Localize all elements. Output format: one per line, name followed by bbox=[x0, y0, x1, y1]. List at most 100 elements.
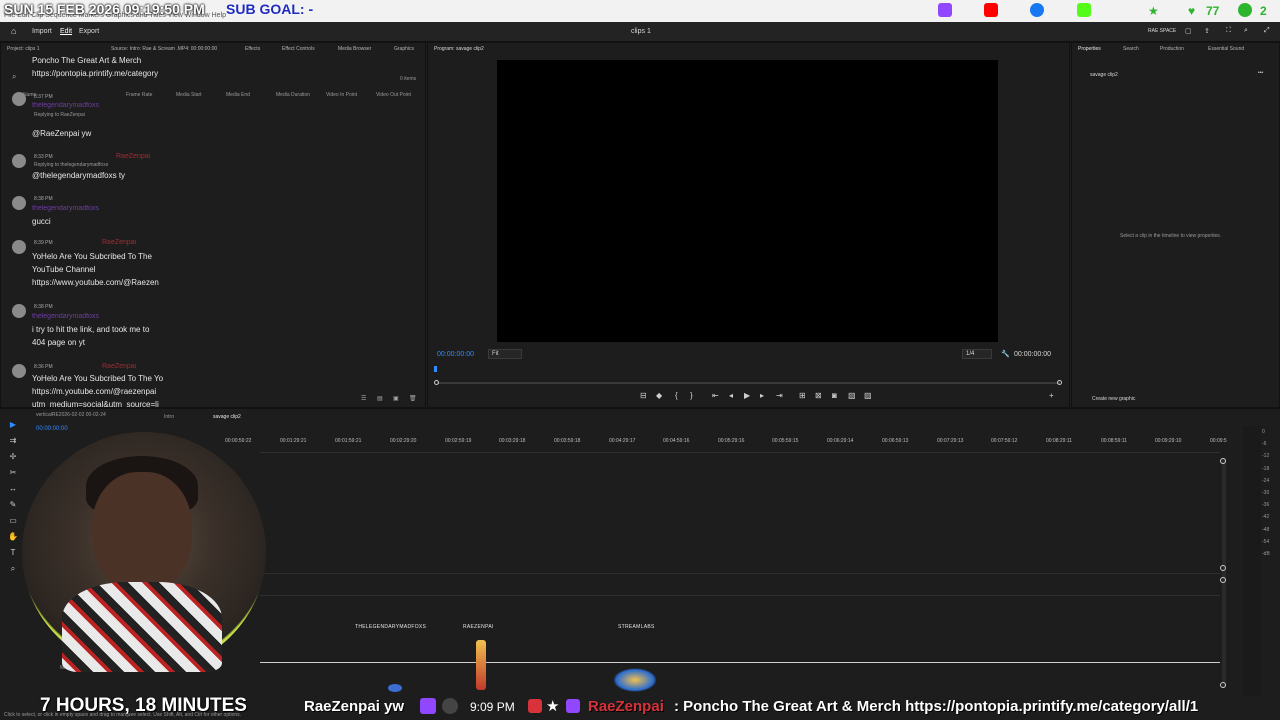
date-time-overlay: SUN 15 FEB 2026 09:19:50 PM bbox=[4, 1, 205, 17]
search-icon[interactable]: ⌕ bbox=[1244, 27, 1248, 35]
share-icon[interactable]: ⇪ bbox=[1204, 27, 1210, 35]
camera-icon[interactable]: ◙ bbox=[832, 391, 837, 400]
trash-icon[interactable]: 🗑 bbox=[409, 395, 417, 402]
play-icon[interactable]: ▶ bbox=[744, 391, 750, 400]
tab-essential-sound[interactable]: Essential Sound bbox=[1208, 46, 1244, 52]
workspace-label[interactable]: RAE SPACE bbox=[1148, 28, 1176, 34]
step-back-icon[interactable]: ◂ bbox=[729, 391, 733, 400]
overwrite-icon[interactable]: ⊠ bbox=[815, 391, 822, 400]
program-scrub-bar[interactable] bbox=[437, 382, 1060, 384]
program-video-frame[interactable] bbox=[497, 60, 998, 342]
user-count: 2 bbox=[1260, 4, 1267, 18]
col-video-in[interactable]: Video In Point bbox=[326, 92, 357, 98]
mark-in-icon[interactable]: { bbox=[675, 391, 678, 400]
avatar bbox=[442, 698, 458, 714]
slip-tool-icon[interactable]: ↔ bbox=[8, 484, 18, 494]
chat-username: RaeZenpai bbox=[102, 363, 137, 370]
chat-time: 8:36 PM bbox=[34, 364, 53, 370]
new-item-icon[interactable]: ▣ bbox=[393, 395, 399, 402]
twitch-icon bbox=[420, 698, 436, 714]
home-icon[interactable]: ⌂ bbox=[11, 26, 16, 36]
col-video-out[interactable]: Video Out Point bbox=[376, 92, 411, 98]
tab-media-browser[interactable]: Media Browser bbox=[338, 46, 371, 52]
zoom-handle[interactable] bbox=[1220, 458, 1226, 464]
folder-icon[interactable]: ▤ bbox=[377, 395, 383, 402]
tab-graphics[interactable]: Graphics bbox=[394, 46, 414, 52]
scrub-end-handle[interactable] bbox=[1057, 380, 1062, 385]
create-graphic-button[interactable]: Create new graphic bbox=[1092, 396, 1135, 402]
razor-tool-icon[interactable]: ✂ bbox=[8, 468, 18, 478]
wrench-icon[interactable]: 🔧 bbox=[1001, 350, 1010, 358]
insert-icon[interactable]: ⊞ bbox=[799, 391, 806, 400]
zoom-select[interactable]: Fit bbox=[488, 349, 522, 359]
program-title[interactable]: Program: savage clip2 bbox=[434, 46, 484, 52]
go-to-in-icon[interactable]: ⇤ bbox=[712, 391, 719, 400]
col-media-start[interactable]: Media Start bbox=[176, 92, 202, 98]
program-timecode[interactable]: 00:00:00:00 bbox=[437, 351, 474, 358]
edit-tab[interactable]: Edit bbox=[60, 28, 72, 35]
db-tick: -48 bbox=[1262, 526, 1270, 533]
youtube-icon bbox=[984, 3, 998, 17]
rectangle-tool-icon[interactable]: ▭ bbox=[8, 516, 18, 526]
tab-production[interactable]: Production bbox=[1160, 46, 1184, 52]
col-media-end[interactable]: Media End bbox=[226, 92, 250, 98]
ruler-tick: 00:06:59:13 bbox=[882, 438, 909, 444]
fullscreen-icon[interactable]: ⛶ bbox=[1226, 27, 1231, 35]
zoom-handle[interactable] bbox=[1220, 565, 1226, 571]
tab-properties[interactable]: Properties bbox=[1078, 46, 1101, 52]
lift-icon[interactable]: ⊟ bbox=[640, 391, 647, 400]
tab-search[interactable]: Search bbox=[1123, 46, 1139, 52]
db-tick: -30 bbox=[1262, 490, 1270, 497]
ruler-tick: 00:08:29:11 bbox=[1046, 438, 1073, 444]
go-to-out-icon[interactable]: ⇥ bbox=[776, 391, 783, 400]
mark-out-icon[interactable]: } bbox=[690, 391, 693, 400]
type-tool-icon[interactable]: T bbox=[8, 548, 18, 558]
safe-margins-icon[interactable]: ▨ bbox=[864, 391, 872, 400]
list-view-icon[interactable]: ☰ bbox=[361, 395, 366, 402]
track-select-icon[interactable]: ⇉ bbox=[8, 436, 18, 446]
audio-level-line[interactable] bbox=[260, 662, 1220, 663]
chat-reply-label: Replying to RaeZenpai bbox=[34, 112, 85, 118]
pen-tool-icon[interactable]: ✎ bbox=[8, 500, 18, 510]
chat-time: 8:38 PM bbox=[34, 304, 53, 310]
step-forward-icon[interactable]: ▸ bbox=[760, 391, 764, 400]
col-media-duration[interactable]: Media Duration bbox=[276, 92, 310, 98]
chat-time: 8:38 PM bbox=[34, 196, 53, 202]
compare-icon[interactable]: ▧ bbox=[848, 391, 856, 400]
scrub-start-handle[interactable] bbox=[434, 380, 439, 385]
chat-username: RaeZenpai bbox=[116, 153, 151, 160]
add-button-icon[interactable]: + bbox=[1049, 391, 1054, 400]
selection-tool-icon[interactable]: ▶ bbox=[8, 420, 18, 430]
pinned-link[interactable]: https://pontopia.printify.me/category bbox=[32, 69, 164, 78]
export-tab[interactable]: Export bbox=[79, 28, 99, 35]
chat-username: thelegendarymadfoxs bbox=[32, 102, 99, 109]
timeline-scrollbar[interactable] bbox=[1222, 458, 1226, 688]
import-tab[interactable]: Import bbox=[32, 28, 52, 35]
hand-tool-icon[interactable]: ✋ bbox=[8, 532, 18, 542]
playhead[interactable] bbox=[434, 366, 437, 372]
marker-icon[interactable]: ◆ bbox=[656, 391, 662, 400]
ticker-message: : Poncho The Great Art & Merch https://p… bbox=[674, 698, 1199, 715]
timeline-tab-savage-clip2[interactable]: savage clip2 bbox=[213, 414, 241, 420]
timeline-tab-intro[interactable]: Intro bbox=[164, 414, 174, 420]
screen: File Edit Clip Sequence Markers Graphics… bbox=[0, 0, 1280, 720]
resolution-select[interactable]: 1/4 bbox=[962, 349, 992, 359]
db-tick: 0 bbox=[1262, 429, 1265, 435]
window-icon[interactable]: ▢ bbox=[1185, 27, 1192, 35]
tab-effect-controls[interactable]: Effect Controls bbox=[282, 46, 315, 52]
ripple-edit-icon[interactable]: ✢ bbox=[8, 452, 18, 462]
cloud-sprite-icon bbox=[388, 684, 402, 692]
zoom-tool-icon[interactable]: ⌕ bbox=[8, 564, 18, 574]
tab-effects[interactable]: Effects bbox=[245, 46, 260, 52]
timeline-timecode[interactable]: 00:00:00:00 bbox=[36, 426, 68, 432]
more-icon[interactable]: ••• bbox=[1258, 70, 1263, 76]
expand-icon[interactable]: ⤢ bbox=[1264, 27, 1270, 35]
zoom-handle[interactable] bbox=[1220, 577, 1226, 583]
webcam-face bbox=[92, 472, 192, 592]
chat-username: thelegendarymadfoxs bbox=[32, 313, 99, 320]
zoom-handle[interactable] bbox=[1220, 682, 1226, 688]
ruler-tick: 00:05:29:16 bbox=[718, 438, 745, 444]
search-icon[interactable]: ⌕ bbox=[12, 72, 16, 82]
chat-message: @thelegendarymadfoxs ty bbox=[32, 171, 126, 180]
avatar bbox=[12, 304, 26, 318]
